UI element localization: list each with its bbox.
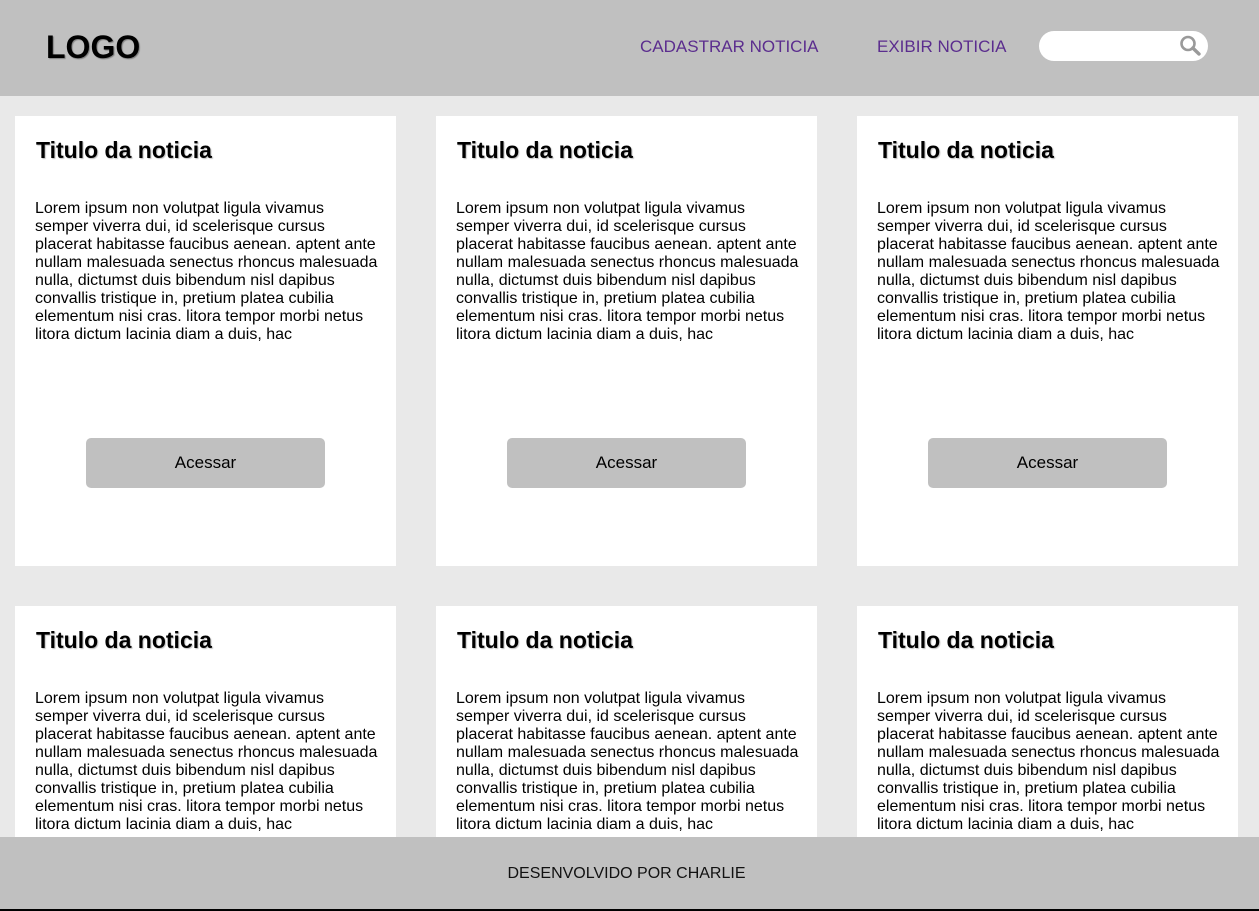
news-card-body: Lorem ipsum non volutpat ligula vivamus …: [456, 690, 799, 833]
nav-link-exibir-noticia[interactable]: EXIBIR NOTICIA: [877, 37, 1006, 57]
news-card-title: Titulo da noticia: [36, 627, 212, 653]
news-card: Titulo da noticia Lorem ipsum non volutp…: [15, 116, 396, 566]
acessar-button[interactable]: Acessar: [86, 438, 325, 488]
news-card-body: Lorem ipsum non volutpat ligula vivamus …: [877, 200, 1220, 343]
search-box: [1039, 31, 1208, 61]
footer-text: DESENVOLVIDO POR CHARLIE: [507, 865, 746, 882]
news-card-body: Lorem ipsum non volutpat ligula vivamus …: [35, 690, 378, 833]
news-card-title: Titulo da noticia: [878, 627, 1054, 653]
news-card: Titulo da noticia Lorem ipsum non volutp…: [15, 606, 396, 837]
news-card-body: Lorem ipsum non volutpat ligula vivamus …: [877, 690, 1220, 833]
news-card: Titulo da noticia Lorem ipsum non volutp…: [436, 606, 817, 837]
news-card-title: Titulo da noticia: [36, 137, 212, 163]
header: LOGO CADASTRAR NOTICIA EXIBIR NOTICIA: [0, 0, 1259, 96]
logo[interactable]: LOGO: [46, 29, 140, 66]
news-card-title: Titulo da noticia: [457, 137, 633, 163]
search-input[interactable]: [1051, 35, 1177, 57]
news-card: Titulo da noticia Lorem ipsum non volutp…: [857, 116, 1238, 566]
acessar-button[interactable]: Acessar: [507, 438, 746, 488]
acessar-button[interactable]: Acessar: [928, 438, 1167, 488]
news-card-body: Lorem ipsum non volutpat ligula vivamus …: [35, 200, 378, 343]
news-card-title: Titulo da noticia: [878, 137, 1054, 163]
news-card-body: Lorem ipsum non volutpat ligula vivamus …: [456, 200, 799, 343]
news-card: Titulo da noticia Lorem ipsum non volutp…: [436, 116, 817, 566]
search-icon[interactable]: [1179, 35, 1203, 57]
footer: DESENVOLVIDO POR CHARLIE: [0, 837, 1259, 909]
news-card-title: Titulo da noticia: [457, 627, 633, 653]
news-card: Titulo da noticia Lorem ipsum non volutp…: [857, 606, 1238, 837]
nav-link-cadastrar-noticia[interactable]: CADASTRAR NOTICIA: [640, 37, 819, 57]
